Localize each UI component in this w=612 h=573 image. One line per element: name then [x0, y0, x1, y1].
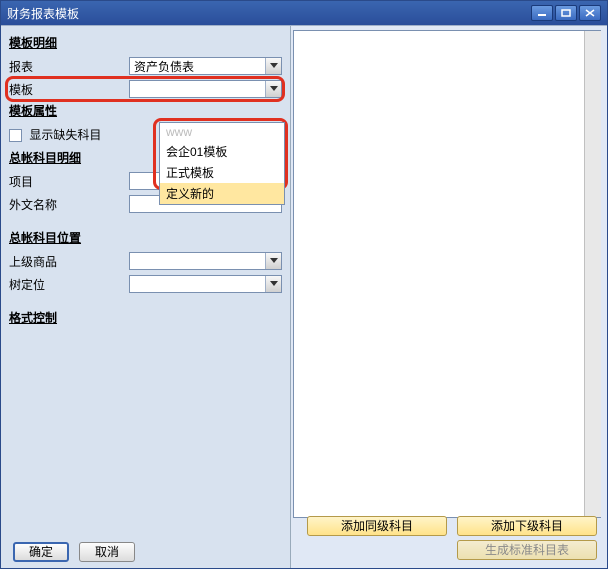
chevron-down-icon [265, 81, 281, 97]
dropdown-item[interactable]: 正式模板 [160, 162, 284, 183]
window-title: 财务报表模板 [7, 5, 529, 22]
dropdown-item[interactable]: 会企01模板 [160, 141, 284, 162]
chevron-down-icon [265, 58, 281, 74]
window-frame: 财务报表模板 模板明细 报表 资产负债表 模板 [0, 0, 608, 569]
cancel-button[interactable]: 取消 [79, 542, 135, 562]
left-panel: 模板明细 报表 资产负债表 模板 [1, 26, 291, 568]
dropdown-item-selected[interactable]: 定义新的 [160, 183, 284, 204]
chevron-down-icon [265, 276, 281, 292]
section-format: 格式控制 [9, 309, 282, 326]
template-dropdown-list[interactable]: www 会企01模板 正式模板 定义新的 [159, 122, 285, 205]
minimize-button[interactable] [531, 5, 553, 21]
treepos-combo[interactable] [129, 275, 282, 293]
maximize-button[interactable] [555, 5, 577, 21]
label-treepos: 树定位 [9, 276, 129, 293]
titlebar: 财务报表模板 [1, 1, 607, 25]
vertical-scrollbar[interactable] [584, 31, 601, 517]
close-button[interactable] [579, 5, 601, 21]
content-area: 模板明细 报表 资产负债表 模板 [1, 25, 607, 568]
row-parent: 上级商品 [9, 250, 282, 272]
report-combo-value: 资产负债表 [130, 58, 265, 75]
gen-standard-button[interactable]: 生成标准科目表 [457, 540, 597, 560]
label-item: 项目 [9, 173, 129, 190]
label-report: 报表 [9, 58, 129, 75]
report-combo[interactable]: 资产负债表 [129, 57, 282, 75]
right-panel [293, 30, 601, 518]
ok-button[interactable]: 确定 [13, 542, 69, 562]
bottom-button-bar: 添加同级科目 添加下级科目 生成标准科目表 [307, 516, 597, 560]
chevron-down-icon [265, 253, 281, 269]
row-treepos: 树定位 [9, 273, 282, 295]
template-combo[interactable] [129, 80, 282, 98]
show-missing-checkbox[interactable] [9, 129, 22, 142]
label-parent: 上级商品 [9, 253, 129, 270]
section-template-detail: 模板明细 [9, 34, 282, 51]
parent-combo[interactable] [129, 252, 282, 270]
label-show-missing: 显示缺失科目 [29, 128, 101, 142]
label-template: 模板 [9, 81, 129, 98]
section-template-prop: 模板属性 [9, 102, 282, 119]
row-report: 报表 资产负债表 [9, 55, 282, 77]
ok-cancel-bar: 确定 取消 [13, 542, 135, 562]
add-same-level-button[interactable]: 添加同级科目 [307, 516, 447, 536]
dropdown-item[interactable]: www [160, 123, 284, 141]
add-sub-level-button[interactable]: 添加下级科目 [457, 516, 597, 536]
section-gl-pos: 总帐科目位置 [9, 229, 282, 246]
row-template: 模板 [9, 78, 282, 100]
label-foreign: 外文名称 [9, 196, 129, 213]
